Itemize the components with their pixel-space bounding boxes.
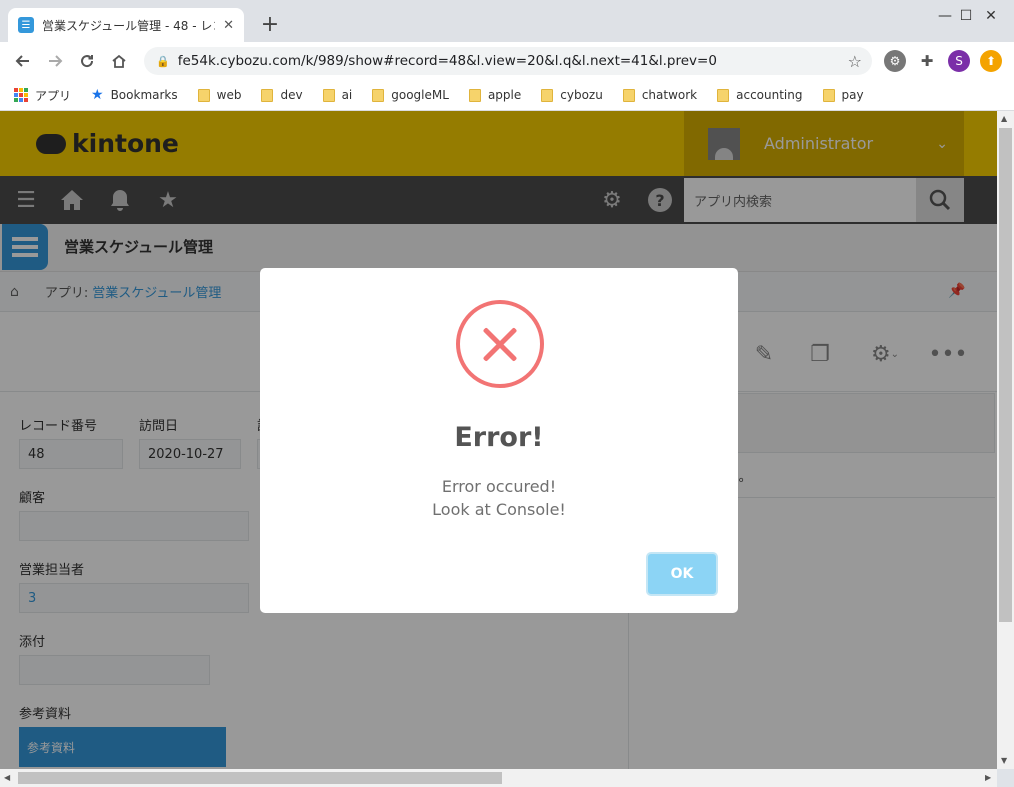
update-icon[interactable]: ⬆: [980, 50, 1002, 72]
bookmark-label: ai: [341, 88, 353, 102]
new-tab-button[interactable]: +: [256, 10, 284, 38]
bookmark-apps[interactable]: アプリ: [14, 87, 71, 104]
scroll-down-icon[interactable]: ▼: [1001, 756, 1007, 765]
dialog-message-line1: Error occured!: [441, 477, 557, 496]
bookmark-folder-pay[interactable]: pay: [822, 88, 864, 102]
vertical-scroll-thumb[interactable]: [999, 128, 1012, 622]
bookmark-label: web: [216, 88, 242, 102]
star-icon: ★: [91, 87, 104, 103]
folder-icon: [541, 88, 554, 102]
folder-icon: [717, 88, 730, 102]
bookmark-folder-apple[interactable]: apple: [468, 88, 522, 102]
address-bar[interactable]: 🔒 fe54k.cybozu.com/k/989/show#record=48&…: [144, 47, 872, 75]
extensions-puzzle-icon[interactable]: ✚: [916, 50, 938, 72]
scroll-left-icon[interactable]: ◀: [4, 773, 10, 782]
bookmark-label: accounting: [736, 88, 803, 102]
profile-avatar[interactable]: S: [948, 50, 970, 72]
folder-icon: [372, 88, 385, 102]
bookmark-folder-accounting[interactable]: accounting: [717, 88, 803, 102]
dialog-message-line2: Look at Console!: [432, 500, 566, 519]
kintone-app-favicon-icon: ☰: [18, 17, 34, 33]
lock-icon: 🔒: [156, 54, 170, 68]
folder-icon: [822, 88, 835, 102]
scroll-right-icon[interactable]: ▶: [985, 773, 991, 782]
bookmark-folder-web[interactable]: web: [197, 88, 242, 102]
folder-icon: [622, 88, 635, 102]
maximize-button[interactable]: ☐: [921, 0, 973, 32]
bookmark-label: cybozu: [560, 88, 603, 102]
bookmark-bookmarks[interactable]: ★ Bookmarks: [91, 87, 178, 103]
error-x-icon: [456, 300, 544, 388]
folder-icon: [322, 88, 335, 102]
forward-icon[interactable]: [42, 48, 68, 74]
url-text: fe54k.cybozu.com/k/989/show#record=48&l.…: [177, 53, 717, 69]
extension-gear-icon[interactable]: ⚙: [884, 50, 906, 72]
bookmark-folder-dev[interactable]: dev: [261, 88, 303, 102]
back-icon[interactable]: [10, 48, 36, 74]
scroll-up-icon[interactable]: ▲: [1001, 114, 1007, 123]
ok-button[interactable]: OK: [646, 552, 718, 596]
bookmark-label: chatwork: [641, 88, 698, 102]
folder-icon: [468, 88, 481, 102]
horizontal-scroll-thumb[interactable]: [18, 772, 502, 784]
close-window-button[interactable]: ✕: [968, 0, 1014, 32]
folder-icon: [261, 88, 274, 102]
home-icon[interactable]: [106, 48, 132, 74]
bookmark-folder-chatwork[interactable]: chatwork: [622, 88, 698, 102]
dialog-title: Error!: [454, 422, 544, 453]
bookmark-star-icon[interactable]: ☆: [848, 52, 862, 71]
browser-tab[interactable]: ☰ 営業スケジュール管理 - 48 - レコードの ✕: [8, 8, 244, 42]
bookmark-label: googleML: [391, 88, 449, 102]
bookmark-label: dev: [280, 88, 303, 102]
bookmarks-bar: アプリ ★ Bookmarks web dev ai googleML appl…: [0, 80, 1014, 111]
apps-grid-icon: [14, 88, 28, 102]
bookmark-label: apple: [487, 88, 522, 102]
bookmark-folder-ai[interactable]: ai: [322, 88, 353, 102]
bookmark-label: Bookmarks: [110, 88, 178, 102]
bookmark-folder-googleml[interactable]: googleML: [372, 88, 449, 102]
bookmark-label: pay: [841, 88, 864, 102]
bookmark-folder-cybozu[interactable]: cybozu: [541, 88, 603, 102]
reload-icon[interactable]: [74, 48, 100, 74]
tab-close-icon[interactable]: ✕: [223, 18, 234, 33]
tab-title: 営業スケジュール管理 - 48 - レコードの: [42, 18, 215, 33]
bookmark-label: アプリ: [35, 88, 72, 103]
folder-icon: [197, 88, 210, 102]
